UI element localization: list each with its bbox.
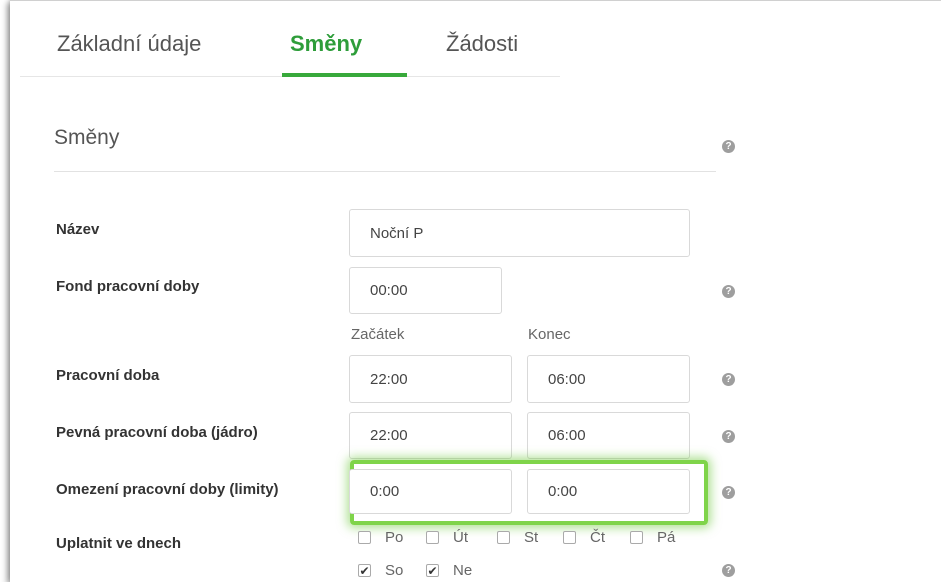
checkbox[interactable] [426,531,439,544]
day-label: Pá [657,529,676,546]
days-help-icon[interactable]: ? [722,564,735,577]
day-checkbox-po[interactable]: Po [358,529,403,546]
fund-label: Fond pracovní doby [56,278,200,295]
name-input[interactable] [349,209,690,257]
core-time-label: Pevná pracovní doba (jádro) [56,424,258,441]
working-time-end-input[interactable] [527,355,690,403]
day-checkbox-ne[interactable]: ✔ Ne [426,562,472,579]
day-label: Po [385,529,404,546]
check-icon[interactable]: ✔ [426,564,439,577]
fund-help-icon[interactable]: ? [722,285,735,298]
day-label: Čt [590,529,605,546]
day-label: Út [453,529,468,546]
day-checkbox-st[interactable]: St [497,529,538,546]
section-help-icon[interactable]: ? [722,140,735,153]
core-time-end-input[interactable] [527,412,690,459]
days-label: Uplatnit ve dnech [56,535,182,552]
tab-bar: Základní údaje Směny Žádosti [20,1,560,77]
working-time-start-input[interactable] [349,355,512,403]
section-title: Směny [54,126,120,149]
limits-label: Omezení pracovní doby (limity) [56,481,279,498]
limits-end-input[interactable] [527,469,690,514]
fund-input[interactable] [349,267,502,314]
limits-start-input[interactable] [349,469,512,514]
limits-help-icon[interactable]: ? [722,486,735,499]
start-column-header: Začátek [351,326,405,343]
day-label: St [524,529,539,546]
working-time-label: Pracovní doba [56,367,160,384]
active-tab-indicator [282,73,407,77]
tab-shifts[interactable]: Směny [290,31,362,57]
core-time-help-icon[interactable]: ? [722,430,735,443]
tab-basic-info[interactable]: Základní údaje [57,31,201,57]
check-icon[interactable]: ✔ [358,564,371,577]
tab-requests[interactable]: Žádosti [446,31,518,57]
section-divider [54,171,716,172]
checkbox[interactable] [358,531,371,544]
checkbox[interactable] [563,531,576,544]
name-label: Název [56,221,100,238]
end-column-header: Konec [528,326,571,343]
day-checkbox-so[interactable]: ✔ So [358,562,403,579]
day-checkbox-pa[interactable]: Pá [630,529,675,546]
day-label: Ne [453,562,473,579]
checkbox[interactable] [630,531,643,544]
day-checkbox-ct[interactable]: Čt [563,529,605,546]
shift-settings-panel: Základní údaje Směny Žádosti Směny ? Náz… [10,0,941,582]
working-time-help-icon[interactable]: ? [722,373,735,386]
day-label: So [385,562,404,579]
day-checkbox-ut[interactable]: Út [426,529,468,546]
core-time-start-input[interactable] [349,412,512,459]
checkbox[interactable] [497,531,510,544]
